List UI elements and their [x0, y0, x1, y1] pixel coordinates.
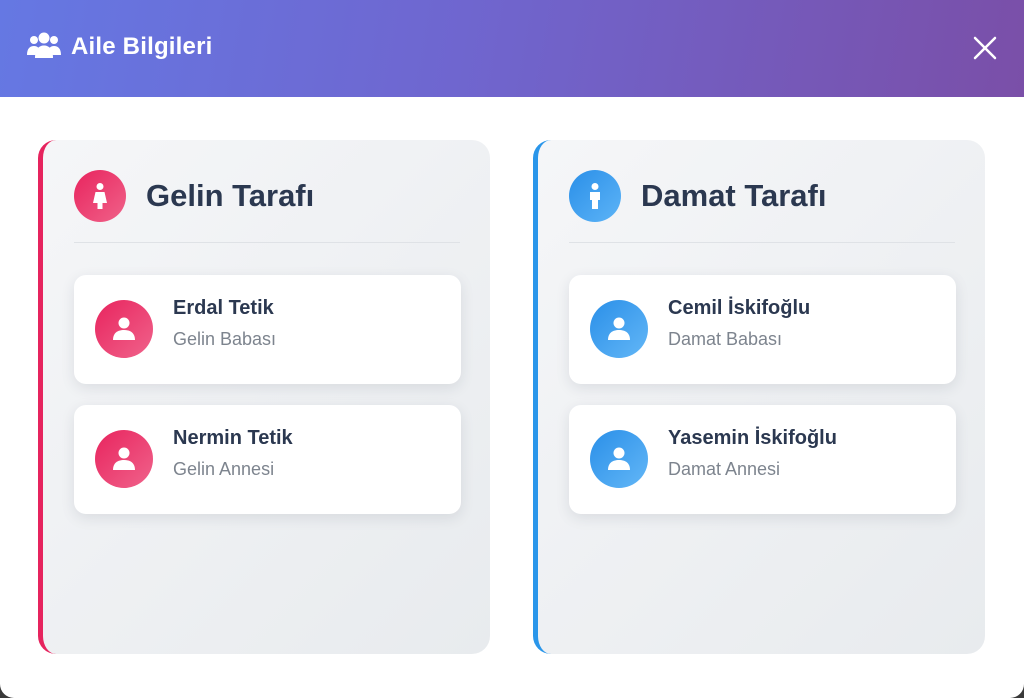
user-icon [608, 447, 630, 470]
female-icon [74, 170, 126, 222]
member-role: Gelin Annesi [173, 459, 275, 479]
close-button[interactable] [968, 31, 1002, 65]
avatar [590, 300, 648, 358]
member-card: Erdal Tetik Gelin Babası [74, 275, 461, 384]
member-name: Nermin Tetik [173, 427, 293, 449]
groom-side-panel: Damat Tarafı Cemil İskifoğlu Damat Babas… [533, 140, 985, 654]
male-icon [569, 170, 621, 222]
avatar [95, 430, 153, 488]
avatar [590, 430, 648, 488]
groom-side-title: Damat Tarafı [641, 178, 827, 213]
family-info-modal: Aile Bilgileri Gelin Tarafı Erdal Tetik … [0, 0, 1024, 698]
users-icon [27, 31, 61, 61]
member-role: Damat Babası [668, 329, 783, 349]
divider [74, 242, 460, 243]
member-card: Nermin Tetik Gelin Annesi [74, 405, 461, 514]
member-role: Gelin Babası [173, 329, 277, 349]
bride-side-panel: Gelin Tarafı Erdal Tetik Gelin Babası Ne… [38, 140, 490, 654]
member-card: Cemil İskifoğlu Damat Babası [569, 275, 956, 384]
member-name: Yasemin İskifoğlu [668, 427, 837, 449]
divider [569, 242, 955, 243]
bride-side-title: Gelin Tarafı [146, 178, 315, 213]
avatar [95, 300, 153, 358]
modal-title: Aile Bilgileri [71, 33, 213, 60]
close-icon[interactable] [968, 31, 1002, 65]
user-icon [608, 317, 630, 340]
user-icon [113, 317, 135, 340]
user-icon [113, 447, 135, 470]
member-role: Damat Annesi [668, 459, 781, 479]
member-name: Cemil İskifoğlu [668, 297, 811, 319]
member-name: Erdal Tetik [173, 297, 274, 319]
member-card: Yasemin İskifoğlu Damat Annesi [569, 405, 956, 514]
modal-header: Aile Bilgileri [0, 0, 1024, 97]
